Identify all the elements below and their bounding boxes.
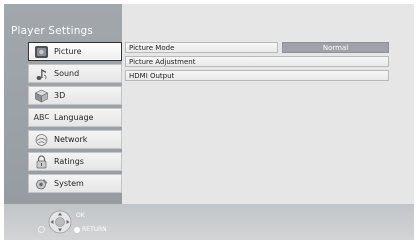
sound-icon	[33, 66, 49, 81]
menu-item-label: Picture	[54, 47, 82, 56]
setting-row-hdmi-output[interactable]: HDMI Output	[125, 70, 389, 81]
3d-cube-icon	[33, 88, 49, 103]
menu-item-label: Network	[54, 135, 88, 144]
menu-item-picture[interactable]: Picture	[28, 42, 122, 61]
setting-label: Picture Mode	[129, 43, 175, 52]
page-title: Player Settings	[11, 25, 94, 37]
abc-language-icon: ABC	[33, 113, 50, 122]
menu-item-system[interactable]: System	[28, 174, 122, 193]
screen: Player Settings Picture Sound 3D ABC Lan…	[0, 0, 419, 246]
menu-item-label: 3D	[54, 91, 66, 100]
cursor-pad-icon	[47, 209, 73, 239]
menu-item-sound[interactable]: Sound	[28, 64, 122, 83]
menu-item-label: Language	[54, 113, 94, 122]
return-hint: RETURN	[82, 226, 107, 233]
category-sidebar: Player Settings Picture Sound 3D ABC Lan…	[4, 4, 122, 204]
setting-row-picture-adjustment[interactable]: Picture Adjustment	[125, 56, 389, 67]
setting-label: Picture Adjustment	[129, 57, 196, 66]
picture-icon	[33, 44, 49, 59]
button-guide-bar: OK RETURN	[4, 204, 414, 240]
picture-mode-value[interactable]: Normal	[282, 42, 389, 53]
menu-item-language[interactable]: ABC Language	[28, 108, 122, 127]
menu-item-3d[interactable]: 3D	[28, 86, 122, 105]
player-settings-window: Player Settings Picture Sound 3D ABC Lan…	[4, 4, 414, 240]
menu-item-label: System	[54, 179, 84, 188]
system-icon	[33, 176, 49, 191]
menu-item-label: Ratings	[54, 157, 84, 166]
menu-item-network[interactable]: Network	[28, 130, 122, 149]
return-button-icon	[74, 227, 80, 233]
network-icon	[33, 132, 49, 147]
lock-icon	[33, 154, 49, 169]
setting-row-picture-mode[interactable]: Picture Mode	[125, 42, 278, 53]
indicator-dot	[38, 226, 45, 233]
setting-label: HDMI Output	[129, 71, 175, 80]
settings-panel: Picture Mode Normal Picture Adjustment H…	[122, 4, 414, 204]
menu-item-label: Sound	[54, 69, 80, 78]
ok-hint: OK	[76, 212, 85, 219]
menu-item-ratings[interactable]: Ratings	[28, 152, 122, 171]
